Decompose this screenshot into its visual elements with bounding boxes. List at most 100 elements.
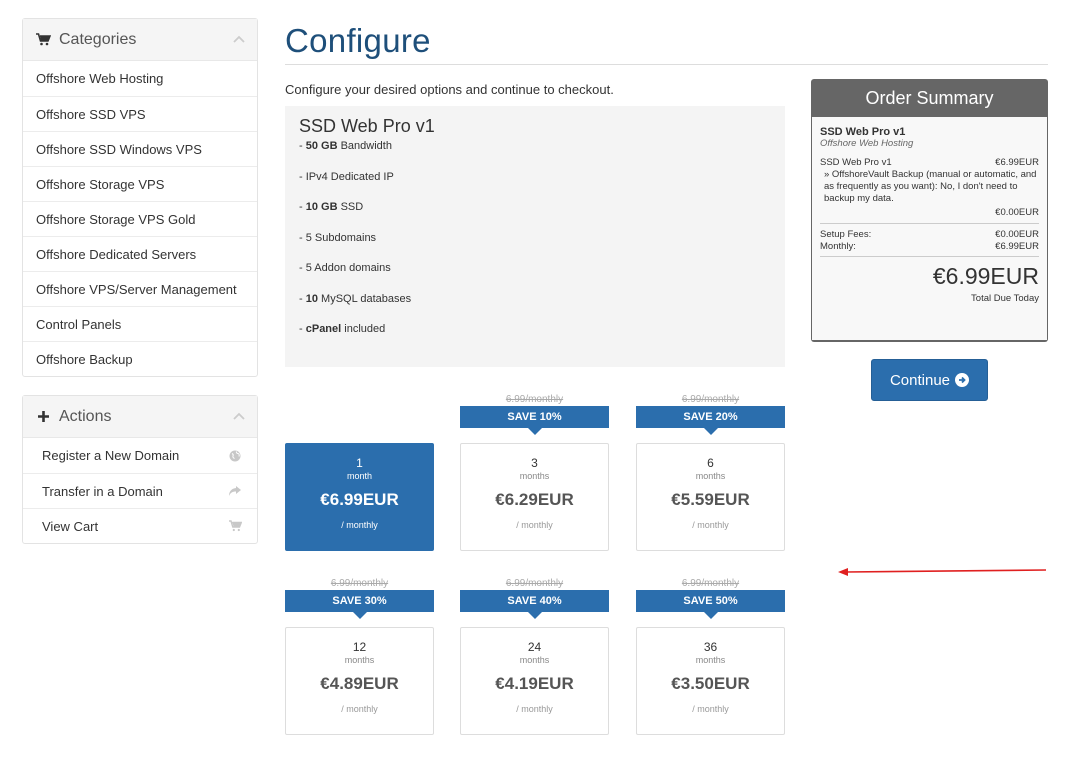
- save-badge: SAVE 10%: [460, 406, 609, 435]
- cycle-price: €6.99EUR: [320, 490, 399, 509]
- billing-cycle-card[interactable]: 24 months €4.19EUR / monthly: [460, 627, 609, 735]
- share-arrow-icon: [227, 485, 243, 497]
- sidebar-item-control-panels[interactable]: Control Panels: [23, 306, 257, 341]
- sidebar-item-offshore-vps-server-management[interactable]: Offshore VPS/Server Management: [23, 271, 257, 306]
- intro-text: Configure your desired options and conti…: [285, 82, 614, 97]
- cycle-unit: months: [344, 655, 375, 665]
- billing-cycle-card[interactable]: 3 months €6.29EUR / monthly: [460, 443, 609, 551]
- summary-monthly-row: Monthly: €6.99EUR: [820, 241, 1039, 253]
- product-feature: - 5 Subdomains: [299, 231, 377, 244]
- product-info-box: SSD Web Pro v1 - 50 GB Bandwidth - IPv4 …: [285, 106, 785, 367]
- order-summary: Order Summary SSD Web Pro v1 Offshore We…: [811, 79, 1048, 342]
- summary-monthly-label: Monthly:: [820, 241, 856, 252]
- chevron-up-icon[interactable]: [233, 411, 245, 423]
- order-summary-title: Order Summary: [865, 88, 994, 108]
- product-name: SSD Web Pro v1: [299, 116, 435, 136]
- sidebar-item-label: Offshore Backup: [36, 351, 133, 367]
- summary-total-label: Total Due Today: [971, 293, 1039, 304]
- billing-cycle-card[interactable]: 6 months €5.59EUR / monthly: [636, 443, 785, 551]
- summary-divider: [820, 223, 1039, 224]
- save-badge: SAVE 40%: [460, 590, 609, 619]
- save-badge: SAVE 30%: [285, 590, 434, 619]
- plus-icon: [35, 410, 51, 423]
- cart-icon: [227, 520, 243, 532]
- cycle-number: 1: [356, 456, 363, 470]
- cycle-period: / monthly: [341, 520, 378, 530]
- product-feature: - 10 MySQL databases: [299, 292, 412, 305]
- product-feature: - 10 GB SSD: [299, 201, 364, 213]
- product-feature: - 5 Addon domains: [299, 262, 391, 274]
- actions-panel-header[interactable]: Actions: [23, 396, 257, 438]
- chevron-up-icon[interactable]: [233, 34, 245, 46]
- globe-icon: [227, 450, 243, 462]
- summary-product-group: Offshore Web Hosting: [820, 138, 914, 149]
- cycle-number: 6: [707, 456, 714, 470]
- cycle-unit: months: [695, 471, 726, 481]
- action-label: Register a New Domain: [42, 448, 180, 463]
- categories-panel: Categories Offshore Web Hosting Offshore…: [22, 18, 258, 377]
- sidebar-item-offshore-web-hosting[interactable]: Offshore Web Hosting: [23, 61, 257, 96]
- cycle-period: / monthly: [692, 520, 729, 530]
- cycle-unit: month: [346, 471, 372, 481]
- sidebar-item-label: Offshore Dedicated Servers: [36, 246, 197, 262]
- cycle-number: 36: [703, 640, 718, 654]
- title-divider: [285, 64, 1048, 65]
- cycle-period: / monthly: [341, 704, 378, 714]
- cycle-price: €6.29EUR: [495, 490, 574, 509]
- action-label: View Cart: [42, 518, 99, 534]
- sidebar-item-offshore-storage-vps-gold[interactable]: Offshore Storage VPS Gold: [23, 201, 257, 236]
- summary-line-item: SSD Web Pro v1 €6.99EUR: [820, 157, 1039, 169]
- cycle-unit: months: [695, 655, 726, 665]
- cycle-period: / monthly: [692, 704, 729, 714]
- sidebar-item-label: Offshore SSD VPS: [36, 106, 146, 122]
- categories-panel-header[interactable]: Categories: [23, 19, 257, 61]
- cycle-price: €3.50EUR: [671, 674, 750, 693]
- sidebar-item-label: Offshore SSD Windows VPS: [36, 141, 202, 157]
- annotation-arrow-icon: [838, 568, 1047, 576]
- sidebar-item-offshore-backup[interactable]: Offshore Backup: [23, 341, 257, 376]
- cycle-period: / monthly: [516, 520, 553, 530]
- billing-cycle-card[interactable]: 36 months €3.50EUR / monthly: [636, 627, 785, 735]
- original-price-strike: 6.99/monthly: [505, 394, 564, 405]
- cycle-price: €4.19EUR: [495, 674, 574, 693]
- summary-setup-value: €0.00EUR: [995, 229, 1039, 240]
- save-badge: SAVE 50%: [636, 590, 785, 619]
- cycle-price: €5.59EUR: [671, 490, 750, 509]
- cycle-price: €4.89EUR: [320, 674, 399, 693]
- cycle-period: / monthly: [516, 704, 553, 714]
- original-price-strike: 6.99/monthly: [330, 578, 389, 589]
- categories-panel-title: Categories: [59, 30, 137, 48]
- action-transfer-domain[interactable]: Transfer in a Domain: [23, 473, 257, 508]
- sidebar-item-offshore-ssd-windows-vps[interactable]: Offshore SSD Windows VPS: [23, 131, 257, 166]
- product-feature: - cPanel included: [299, 323, 386, 335]
- actions-panel: Actions Register a New Domain Transfer i…: [22, 395, 258, 544]
- original-price-strike: 6.99/monthly: [681, 394, 740, 405]
- summary-line-label: SSD Web Pro v1: [820, 157, 892, 168]
- summary-monthly-value: €6.99EUR: [995, 241, 1039, 252]
- sidebar-item-offshore-dedicated-servers[interactable]: Offshore Dedicated Servers: [23, 236, 257, 271]
- order-summary-body: SSD Web Pro v1 Offshore Web Hosting SSD …: [812, 117, 1047, 340]
- action-register-domain[interactable]: Register a New Domain: [23, 438, 257, 473]
- sidebar-item-label: Control Panels: [36, 316, 122, 332]
- billing-cycle-card[interactable]: 12 months €4.89EUR / monthly: [285, 627, 434, 735]
- sidebar-item-label: Offshore VPS/Server Management: [36, 281, 237, 297]
- summary-addon-price: €0.00EUR: [995, 207, 1039, 218]
- action-label: Transfer in a Domain: [42, 483, 163, 499]
- sidebar-item-label: Offshore Web Hosting: [36, 71, 164, 86]
- sidebar-item-offshore-storage-vps[interactable]: Offshore Storage VPS: [23, 166, 257, 201]
- cycle-number: 12: [352, 640, 367, 654]
- action-view-cart[interactable]: View Cart: [23, 508, 257, 543]
- product-feature: - IPv4 Dedicated IP: [299, 170, 394, 183]
- summary-divider: [820, 256, 1039, 257]
- sidebar-item-label: Offshore Storage VPS Gold: [36, 211, 196, 227]
- sidebar-item-label: Offshore Storage VPS: [36, 176, 165, 192]
- page-title: Configure: [285, 22, 431, 59]
- continue-button-label: Continue: [889, 371, 951, 389]
- original-price-strike: 6.99/monthly: [681, 578, 740, 589]
- product-feature: - 50 GB Bandwidth: [299, 140, 392, 152]
- summary-addon-text: » OffshoreVault Backup (manual or automa…: [824, 169, 1037, 204]
- cycle-unit: months: [519, 471, 550, 481]
- sidebar-item-offshore-ssd-vps[interactable]: Offshore SSD VPS: [23, 96, 257, 131]
- continue-button[interactable]: Continue: [871, 359, 988, 401]
- billing-cycle-card[interactable]: 1 month €6.99EUR / monthly: [285, 443, 434, 551]
